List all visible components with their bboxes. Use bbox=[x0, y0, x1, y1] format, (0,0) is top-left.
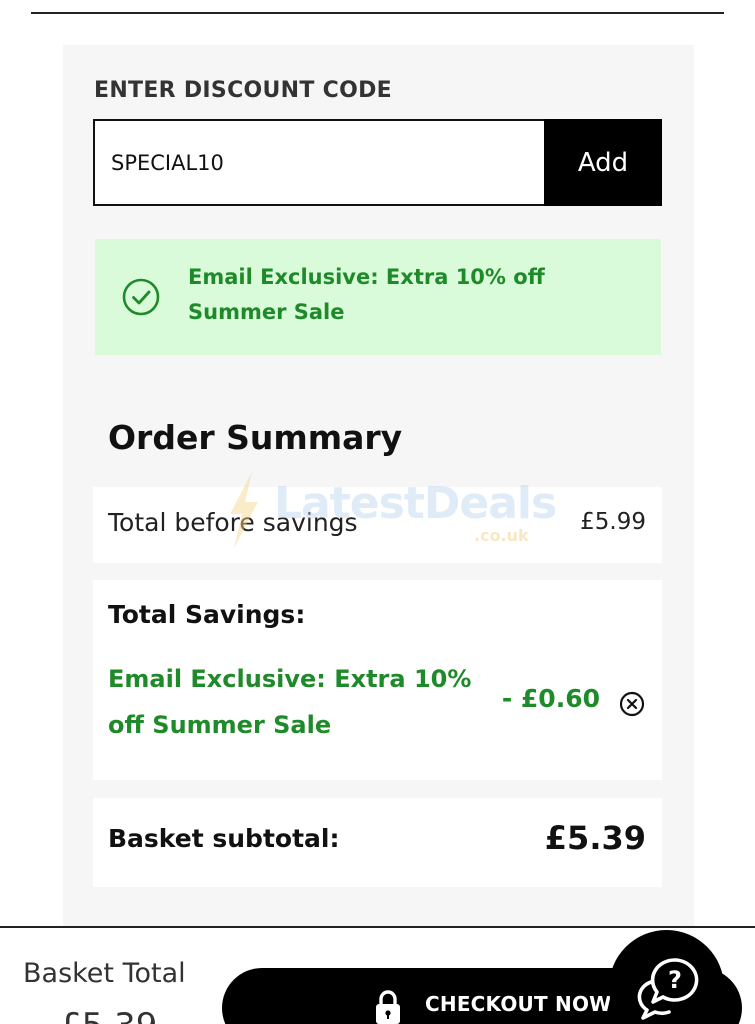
total-savings-row: Total Savings: Email Exclusive: Extra 10… bbox=[93, 580, 662, 780]
check-circle-icon bbox=[122, 278, 160, 316]
total-savings-heading: Total Savings: bbox=[108, 600, 306, 629]
savings-promo-name: Email Exclusive: Extra 10% off Summer Sa… bbox=[108, 665, 472, 739]
discount-success-banner: Email Exclusive: Extra 10% off Summer Sa… bbox=[95, 239, 661, 355]
total-before-savings-value: £5.99 bbox=[580, 509, 646, 535]
basket-subtotal-label: Basket subtotal: bbox=[108, 824, 340, 853]
remove-discount-icon[interactable] bbox=[619, 691, 645, 717]
order-summary-title: Order Summary bbox=[108, 418, 403, 457]
checkout-now-label: CHECKOUT NOW bbox=[425, 992, 612, 1016]
top-divider bbox=[31, 12, 724, 14]
chat-help-icon: ? bbox=[637, 958, 699, 1020]
success-message: Email Exclusive: Extra 10% off Summer Sa… bbox=[188, 265, 545, 324]
svg-text:?: ? bbox=[668, 966, 682, 994]
discount-code-input[interactable] bbox=[93, 119, 545, 206]
checkout-page: ENTER DISCOUNT CODE Add Email Exclusive:… bbox=[0, 0, 755, 1024]
total-before-savings-label: Total before savings bbox=[108, 508, 358, 537]
savings-amount: - £0.60 bbox=[501, 684, 600, 713]
lock-icon bbox=[376, 990, 400, 1024]
basket-total-value: £5.39 bbox=[60, 1006, 157, 1024]
basket-subtotal-value: £5.39 bbox=[544, 819, 646, 857]
basket-total-label: Basket Total bbox=[23, 958, 186, 989]
discount-label: ENTER DISCOUNT CODE bbox=[94, 78, 392, 103]
add-discount-button[interactable]: Add bbox=[544, 119, 662, 206]
basket-subtotal-row: Basket subtotal: £5.39 bbox=[93, 798, 662, 887]
total-before-savings-row: Total before savings £5.99 bbox=[93, 487, 662, 563]
